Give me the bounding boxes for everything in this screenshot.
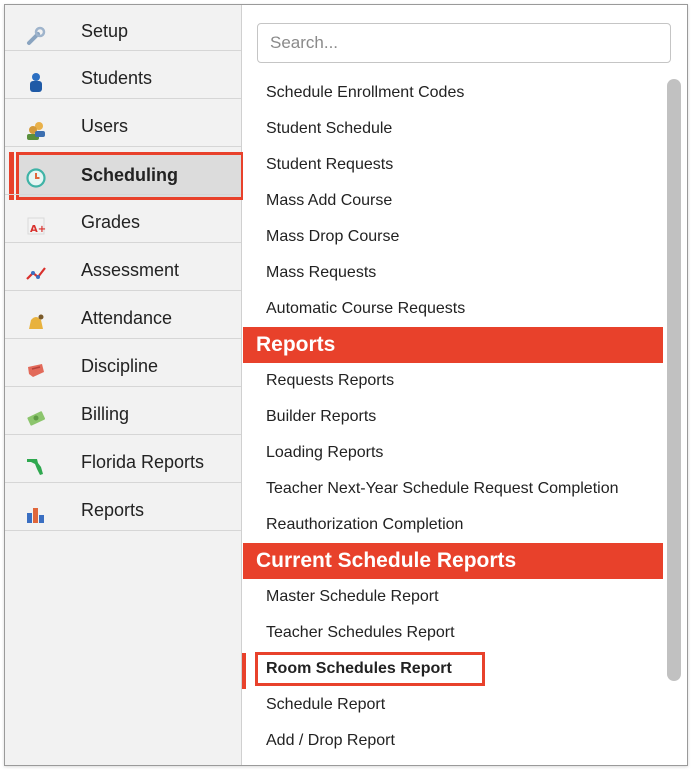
grades-icon: A+ [25, 215, 47, 237]
money-icon [25, 407, 47, 429]
bell-icon [25, 311, 47, 333]
sidebar-item-billing[interactable]: Billing [5, 387, 241, 435]
sidebar-item-users[interactable]: Users [5, 99, 241, 147]
menu-item[interactable]: Teacher Next-Year Schedule Request Compl… [243, 471, 663, 507]
bar-chart-icon [25, 503, 47, 525]
search-input[interactable] [257, 23, 671, 63]
sidebar-item-label: Students [81, 68, 153, 88]
discipline-icon [25, 359, 47, 381]
clock-icon [25, 167, 47, 189]
sidebar-item-label: Billing [81, 404, 130, 424]
sidebar-item-label: Florida Reports [81, 452, 205, 472]
section-header-reports: Reports [243, 327, 663, 363]
sidebar-item-label: Users [81, 116, 129, 136]
student-icon [25, 71, 47, 93]
sidebar-item-discipline[interactable]: Discipline [5, 339, 241, 387]
section-header-current-schedule-reports: Current Schedule Reports [243, 543, 663, 579]
menu-item[interactable]: Student Schedule [243, 111, 663, 147]
sidebar-item-label: Assessment [81, 260, 180, 280]
navigation-menu-window: Setup Students Users Scheduling A+ Grade… [4, 4, 688, 766]
menu-item-label: Room Schedules Report [266, 660, 452, 677]
menu-item[interactable]: Mass Drop Course [243, 219, 663, 255]
florida-icon [25, 455, 47, 477]
menu-item[interactable]: Master Schedule Report [243, 579, 663, 615]
sidebar-item-label: Scheduling [81, 165, 179, 185]
menu-item-room-schedules-report[interactable]: Room Schedules Report [243, 651, 663, 687]
sidebar-item-grades[interactable]: A+ Grades [5, 195, 241, 243]
menu-item[interactable]: Automatic Course Requests [243, 291, 663, 327]
assessment-icon [25, 263, 47, 285]
menu-panel: Schedule Enrollment Codes Student Schedu… [242, 5, 687, 765]
menu-item[interactable]: Schedule Enrollment Codes [243, 75, 663, 111]
menu-item[interactable]: Requests Reports [243, 363, 663, 399]
sidebar-item-label: Grades [81, 212, 141, 232]
sidebar-item-students[interactable]: Students [5, 51, 241, 99]
sidebar-item-label: Setup [81, 21, 129, 41]
menu-item[interactable]: Reauthorization Completion [243, 507, 663, 543]
menu-list: Schedule Enrollment Codes Student Schedu… [243, 75, 663, 759]
menu-item[interactable]: Builder Reports [243, 399, 663, 435]
sidebar: Setup Students Users Scheduling A+ Grade… [5, 5, 244, 765]
menu-item[interactable]: Teacher Schedules Report [243, 615, 663, 651]
wrench-icon [25, 25, 47, 47]
sidebar-item-label: Discipline [81, 356, 159, 376]
menu-item[interactable]: Add / Drop Report [243, 723, 663, 759]
svg-text:A+: A+ [30, 224, 46, 235]
sidebar-item-reports[interactable]: Reports [5, 483, 241, 531]
sidebar-item-attendance[interactable]: Attendance [5, 291, 241, 339]
sidebar-item-label: Attendance [81, 308, 173, 328]
menu-item[interactable]: Loading Reports [243, 435, 663, 471]
menu-item[interactable]: Mass Requests [243, 255, 663, 291]
sidebar-item-florida-reports[interactable]: Florida Reports [5, 435, 241, 483]
sidebar-item-label: Reports [81, 500, 145, 520]
menu-item[interactable]: Student Requests [243, 147, 663, 183]
sidebar-item-setup[interactable]: Setup [5, 5, 241, 51]
sidebar-item-scheduling[interactable]: Scheduling [5, 147, 241, 195]
menu-item[interactable]: Schedule Report [243, 687, 663, 723]
users-icon [25, 119, 47, 141]
menu-item[interactable]: Mass Add Course [243, 183, 663, 219]
active-marker [242, 653, 246, 689]
sidebar-item-assessment[interactable]: Assessment [5, 243, 241, 291]
scrollbar[interactable] [667, 79, 681, 681]
